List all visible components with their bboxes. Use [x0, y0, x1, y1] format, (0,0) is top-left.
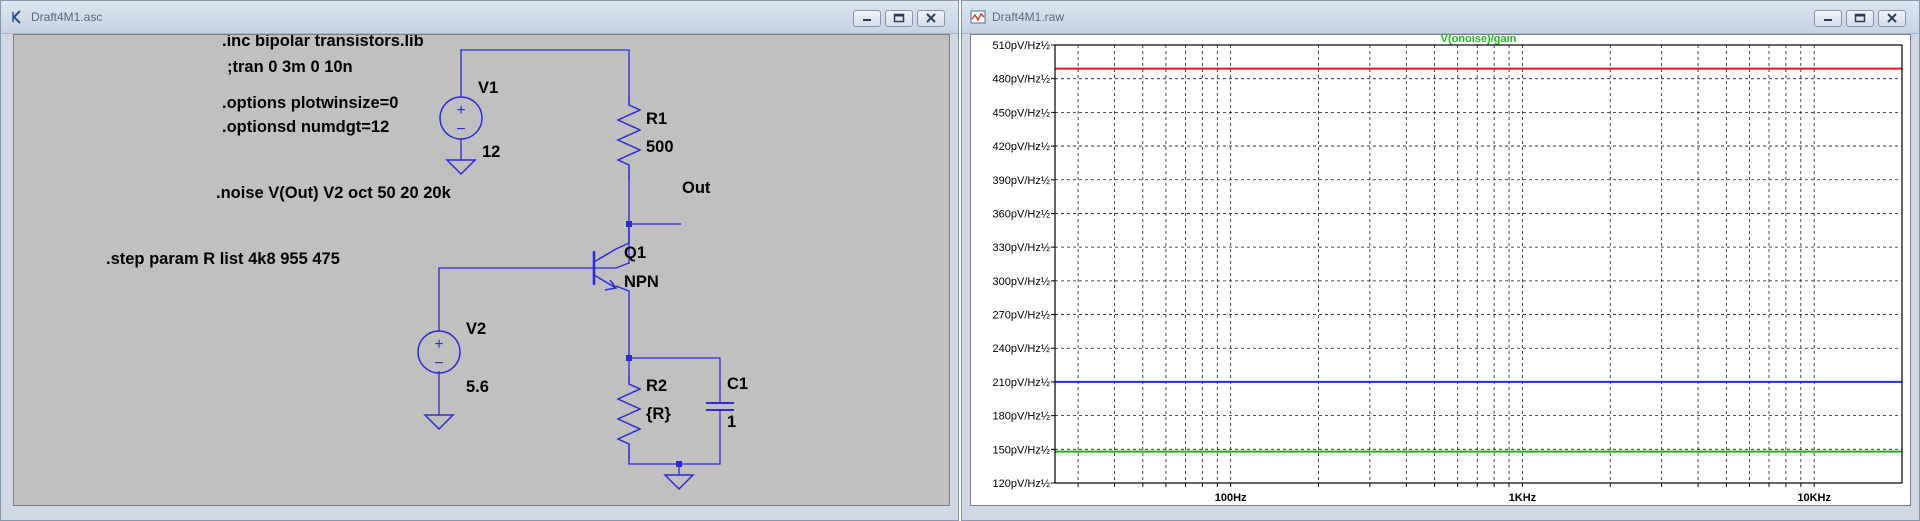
directive-options1[interactable]: .options plotwinsize=0: [222, 94, 398, 112]
y-tick-label: 180pV/Hz½: [993, 411, 1050, 423]
svg-text:+: +: [434, 336, 443, 353]
v2-value: 5.6: [466, 378, 489, 396]
maximize-icon: [1854, 13, 1866, 23]
r1-name: R1: [646, 110, 667, 128]
plot-window: Draft4M1.raw V(onoise)/gain 510pV/Hz½ 480…: [961, 0, 1920, 521]
c1-value: 1: [727, 413, 736, 431]
y-tick-label: 360pV/Hz½: [993, 208, 1050, 220]
plot-traces: [1055, 67, 1902, 453]
minimize-icon: [1824, 19, 1832, 21]
r1-symbol[interactable]: [616, 97, 642, 181]
x-tick-label: 100Hz: [1215, 492, 1247, 504]
plot-frame: [1054, 44, 1903, 484]
y-tick-label: 210pV/Hz½: [993, 377, 1050, 389]
y-tick-label: 450pV/Hz½: [993, 107, 1050, 119]
schematic-titlebar[interactable]: Draft4M1.asc: [1, 1, 958, 34]
close-button[interactable]: [1878, 10, 1906, 27]
c1-name: C1: [727, 375, 748, 393]
noise-plot[interactable]: V(onoise)/gain 510pV/Hz½ 480pV/Hz½ 450pV/H…: [971, 35, 1912, 507]
r2-name: R2: [646, 377, 667, 395]
minimize-icon: [863, 19, 871, 21]
directive-options2[interactable]: .optionsd numdgt=12: [222, 118, 389, 136]
schematic-window: Draft4M1.asc + − + − .inc bipolar transi…: [0, 0, 959, 521]
y-axis-ticks: 510pV/Hz½ 480pV/Hz½ 450pV/Hz½ 420pV/Hz½ 390p…: [993, 40, 1055, 490]
svg-text:+: +: [456, 102, 465, 119]
ground-icon: [423, 414, 455, 431]
plot-titlebar[interactable]: Draft4M1.raw: [962, 1, 1919, 34]
svg-text:−: −: [456, 121, 465, 138]
minimize-button[interactable]: [853, 10, 881, 27]
y-tick-label: 240pV/Hz½: [993, 343, 1050, 355]
x-tick-label: 10KHz: [1797, 492, 1831, 504]
schematic-drawing[interactable]: + − + − .inc bipolar transistors.lib ;tr…: [14, 35, 951, 507]
close-button[interactable]: [917, 10, 945, 27]
q1-value: NPN: [624, 273, 659, 291]
schematic-icon: [12, 10, 21, 24]
y-tick-label: 420pV/Hz½: [993, 141, 1050, 153]
v1-symbol[interactable]: + −: [439, 96, 483, 140]
y-tick-label: 150pV/Hz½: [993, 444, 1050, 456]
directive-noise[interactable]: .noise V(Out) V2 oct 50 20 20k: [216, 184, 452, 202]
grid: [1055, 45, 1902, 483]
plot-window-title: Draft4M1.raw: [992, 10, 1065, 24]
c1-symbol[interactable]: [706, 402, 734, 411]
directive-step[interactable]: .step param R list 4k8 955 475: [106, 250, 340, 268]
directive-inc[interactable]: .inc bipolar transistors.lib: [222, 35, 424, 50]
minimize-button[interactable]: [1814, 10, 1842, 27]
y-tick-label: 330pV/Hz½: [993, 242, 1050, 254]
net-label-out: Out: [682, 179, 711, 197]
maximize-button[interactable]: [885, 10, 913, 27]
r2-symbol[interactable]: [616, 376, 642, 460]
close-icon: [926, 13, 936, 23]
y-tick-label: 270pV/Hz½: [993, 310, 1050, 322]
plot-pane[interactable]: V(onoise)/gain 510pV/Hz½ 480pV/Hz½ 450pV/H…: [970, 34, 1911, 506]
schematic-window-title: Draft4M1.asc: [31, 10, 103, 24]
v1-name: V1: [478, 79, 498, 97]
schematic-canvas[interactable]: + − + − .inc bipolar transistors.lib ;tr…: [13, 34, 950, 506]
svg-text:−: −: [434, 355, 443, 372]
r1-value: 500: [646, 138, 674, 156]
junction-ground: [676, 461, 682, 467]
y-tick-label: 120pV/Hz½: [993, 478, 1050, 490]
junction-emitter: [626, 355, 632, 361]
maximize-button[interactable]: [1846, 10, 1874, 27]
ground-icon: [663, 474, 695, 491]
q1-name: Q1: [624, 244, 646, 262]
y-tick-label: 510pV/Hz½: [993, 40, 1050, 52]
x-tick-label: 1KHz: [1509, 492, 1537, 504]
maximize-icon: [893, 13, 905, 23]
plot-title[interactable]: V(onoise)/gain: [1441, 35, 1517, 45]
close-icon: [1887, 13, 1897, 23]
y-tick-label: 480pV/Hz½: [993, 74, 1050, 86]
y-tick-label: 300pV/Hz½: [993, 276, 1050, 288]
v2-name: V2: [466, 320, 486, 338]
v1-value: 12: [482, 143, 500, 161]
x-axis-ticks: 100Hz 1KHz 10KHz: [1077, 483, 1831, 504]
waveform-icon: [970, 10, 986, 24]
directive-tran[interactable]: ;tran 0 3m 0 10n: [227, 58, 353, 76]
v2-symbol[interactable]: + −: [417, 330, 461, 374]
ground-icon: [445, 159, 477, 176]
r2-value: {R}: [646, 405, 671, 423]
y-tick-label: 390pV/Hz½: [993, 175, 1050, 187]
